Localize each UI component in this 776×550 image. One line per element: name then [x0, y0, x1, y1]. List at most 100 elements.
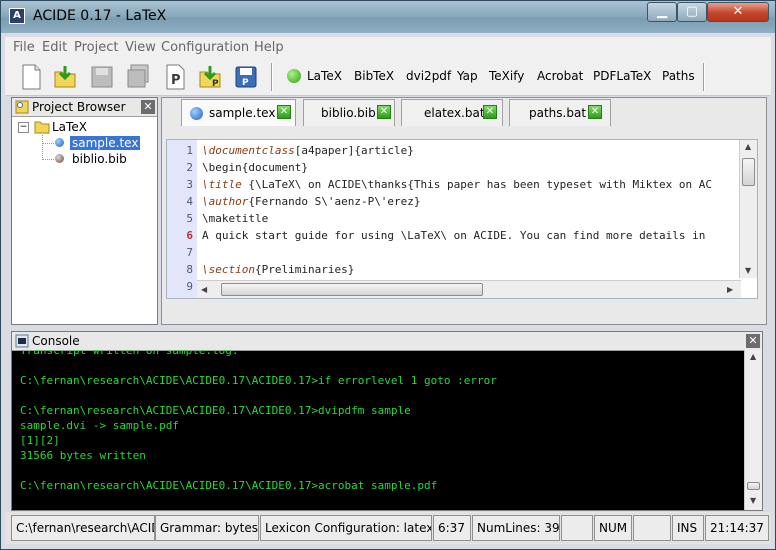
tab-sample-tex[interactable]: sample.tex ✕: [181, 99, 296, 126]
tab-label: elatex.bat: [424, 106, 485, 120]
menu-project[interactable]: Project: [74, 40, 118, 55]
code-content: {Fernando S\'aenz-P\'erez}: [248, 195, 421, 208]
line-number: 3: [186, 178, 193, 191]
code-text: \maketitle: [202, 212, 268, 225]
scroll-down-icon[interactable]: ▼: [745, 266, 751, 275]
save-all-disabled-icon[interactable]: [126, 64, 150, 90]
menu-edit[interactable]: Edit: [42, 40, 67, 55]
svg-text:P: P: [212, 79, 219, 89]
close-window-button[interactable]: ✕: [707, 2, 769, 22]
close-icon[interactable]: ✕: [141, 100, 155, 114]
tree-file-sample-tex[interactable]: sample.tex: [70, 136, 141, 150]
svg-text:P: P: [171, 73, 181, 88]
line-number: 7: [186, 246, 193, 259]
play-icon: [287, 69, 301, 83]
console-line: C:\fernan\research\ACIDE\ACIDE0.17\ACIDE…: [20, 404, 411, 417]
new-project-icon[interactable]: P: [163, 64, 187, 90]
console-line: sample.dvi -> sample.pdf: [20, 419, 179, 432]
code-content: [a4paper]{article}: [294, 144, 414, 157]
scroll-right-icon[interactable]: ▶: [727, 285, 733, 294]
code-text: \author{Fernando S\'aenz-P\'erez}: [202, 195, 421, 208]
new-file-icon[interactable]: [19, 64, 43, 90]
project-browser-header: Project Browser ✕: [12, 98, 157, 117]
file-icon: [55, 154, 64, 163]
scroll-down-icon[interactable]: ▼: [750, 496, 756, 505]
texify-button[interactable]: TeXify: [489, 69, 524, 83]
bibtex-button[interactable]: BibTeX: [354, 69, 394, 83]
editor-vertical-scrollbar[interactable]: ▲ ▼: [739, 140, 757, 278]
project-browser-title: Project Browser: [32, 100, 126, 114]
tab-biblio-bib[interactable]: biblio.bib ✕: [303, 99, 395, 126]
tab-close-icon[interactable]: ✕: [483, 105, 497, 119]
dvi2pdf-button[interactable]: dvi2pdf: [406, 69, 451, 83]
scroll-up-icon[interactable]: ▲: [745, 142, 751, 151]
scroll-thumb[interactable]: [747, 482, 760, 490]
status-time: 21:14:37: [705, 515, 769, 541]
project-browser-icon: [15, 100, 29, 114]
tab-close-icon[interactable]: ✕: [377, 105, 391, 119]
code-content: {\LaTeX\ on ACIDE\thanks{This paper has …: [241, 178, 712, 191]
console-line: C:\fernan\research\ACIDE\ACIDE0.17\ACIDE…: [20, 479, 438, 492]
status-path: C:\fernan\research\ACIDE: [11, 515, 155, 541]
tab-elatex-bat[interactable]: elatex.bat ✕: [401, 99, 503, 126]
editor-horizontal-scrollbar[interactable]: ◀ ▶: [197, 280, 741, 298]
console-line: [1][2]: [20, 434, 60, 447]
menu-bar: File Edit Project View Configuration Hel…: [5, 37, 771, 59]
line-number: 2: [186, 161, 193, 174]
maximize-button[interactable]: ▢: [677, 2, 707, 22]
scroll-left-icon[interactable]: ◀: [201, 285, 207, 294]
status-lexicon: Lexicon Configuration: latex: [260, 515, 432, 541]
scroll-thumb[interactable]: [742, 158, 755, 186]
code-keyword: \author: [202, 195, 249, 208]
status-num: NUM: [594, 515, 632, 541]
latex-button[interactable]: LaTeX: [307, 69, 342, 83]
pdflatex-button[interactable]: PDFLaTeX: [593, 69, 651, 83]
yap-button[interactable]: Yap: [457, 69, 478, 83]
file-active-icon: [55, 138, 64, 147]
code-keyword: \title: [202, 178, 242, 191]
menu-help[interactable]: Help: [254, 40, 284, 55]
code-content: A quick start guide for using \LaTeX\ on…: [202, 229, 706, 242]
line-number: 8: [186, 263, 193, 276]
menu-file[interactable]: File: [13, 40, 35, 55]
code-editor[interactable]: 1 \documentclass[a4paper]{article} 2 \begin…: [166, 139, 758, 299]
app-window: A ACIDE 0.17 - LaTeX ▁ ▢ ✕ File Edit Pro…: [0, 0, 776, 550]
console-line: 31566 bytes written: [20, 449, 146, 462]
console-line: C:\fernan\research\ACIDE\ACIDE0.17\ACIDE…: [20, 374, 497, 387]
console-vertical-scrollbar[interactable]: ▲ ▼: [744, 350, 762, 510]
code-content: \begin{document}: [202, 161, 308, 174]
code-text: \title {\LaTeX\ on ACIDE\thanks{This pap…: [202, 178, 712, 191]
svg-text:P: P: [242, 78, 249, 88]
minimize-button[interactable]: ▁: [647, 2, 677, 22]
status-position: 6:37: [433, 515, 471, 541]
code-keyword: \section: [202, 263, 255, 276]
status-grammar: Grammar: bytes: [155, 515, 259, 541]
tree-collapse-icon[interactable]: −: [18, 122, 29, 133]
scroll-thumb[interactable]: [221, 283, 483, 296]
toolbar-separator: [271, 63, 273, 91]
console-output[interactable]: Transcript written on sample.log. C:\fern…: [12, 350, 744, 510]
code-text: \documentclass[a4paper]{article}: [202, 144, 414, 157]
play-file-icon: [190, 107, 203, 120]
save-project-icon[interactable]: P: [234, 64, 258, 90]
scroll-up-icon[interactable]: ▲: [750, 352, 756, 361]
open-folder-icon[interactable]: [53, 64, 77, 90]
menu-configuration[interactable]: Configuration: [161, 40, 249, 55]
tab-paths-bat[interactable]: paths.bat ✕: [509, 99, 611, 126]
close-icon[interactable]: ✕: [746, 334, 760, 348]
save-disabled-icon[interactable]: [90, 64, 114, 90]
tab-close-icon[interactable]: ✕: [277, 105, 291, 119]
tree-root-latex[interactable]: LaTeX: [52, 120, 87, 134]
tab-close-icon[interactable]: ✕: [588, 105, 602, 119]
line-number: 6: [186, 229, 193, 242]
console-header: Console ✕: [12, 332, 762, 351]
menu-view[interactable]: View: [125, 40, 156, 55]
project-browser-panel: Project Browser ✕ − LaTeX sample.tex bib…: [11, 97, 158, 325]
open-project-icon[interactable]: P: [198, 64, 222, 90]
title-bar[interactable]: A ACIDE 0.17 - LaTeX ▁ ▢ ✕: [1, 1, 775, 33]
tab-label: paths.bat: [529, 106, 587, 120]
tree-file-biblio-bib[interactable]: biblio.bib: [72, 152, 127, 166]
acrobat-button[interactable]: Acrobat: [537, 69, 583, 83]
status-bar: C:\fernan\research\ACIDE Grammar: bytes …: [5, 512, 771, 544]
paths-button[interactable]: Paths: [662, 69, 695, 83]
